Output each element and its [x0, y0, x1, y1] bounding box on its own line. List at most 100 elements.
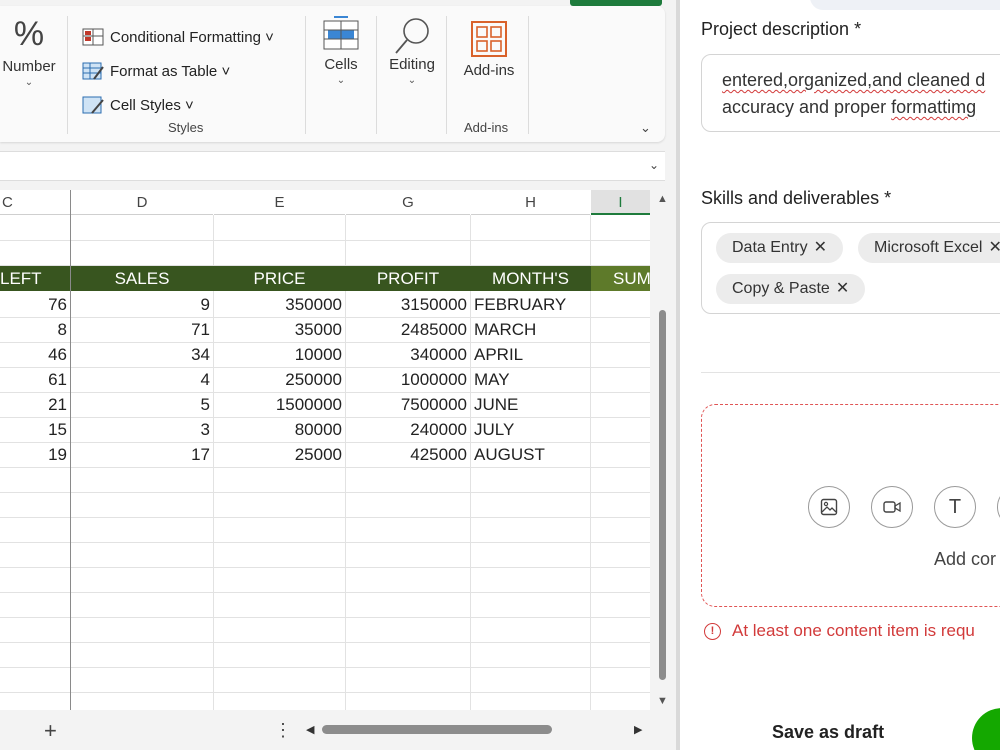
table-cell[interactable]: 17	[71, 442, 213, 467]
ribbon-expand-chevron-icon[interactable]: ⌄	[640, 120, 651, 136]
editing-button[interactable]: Editing ⌄	[386, 16, 438, 86]
table-cell[interactable]: JULY	[471, 417, 590, 442]
spreadsheet-grid[interactable]: C D E G H I LEFT SALES PRICE PROFIT MONT…	[0, 190, 650, 710]
add-sheet-button[interactable]: +	[44, 718, 57, 744]
formula-bar[interactable]: ⌄	[0, 151, 665, 181]
table-cell[interactable]: 35000	[214, 317, 345, 342]
table-cell[interactable]: 61	[0, 367, 70, 392]
table-cell[interactable]: 9	[71, 292, 213, 317]
vertical-scrollbar[interactable]: ▲ ▼	[655, 190, 669, 710]
conditional-formatting-icon	[82, 28, 104, 46]
column-header-d[interactable]: D	[71, 190, 213, 215]
table-cell[interactable]: 34	[71, 342, 213, 367]
table-cell[interactable]: 425000	[346, 442, 470, 467]
table-cell[interactable]: 19	[0, 442, 70, 467]
table-cell[interactable]: 21	[0, 392, 70, 417]
table-cell[interactable]: APRIL	[471, 342, 590, 367]
video-icon	[883, 501, 901, 513]
more-options-icon[interactable]: ⋮	[274, 720, 292, 741]
cells-button[interactable]: Cells ⌄	[318, 16, 364, 86]
table-cell[interactable]: 340000	[346, 342, 470, 367]
scroll-up-arrow-icon[interactable]: ▲	[657, 193, 668, 205]
table-cell[interactable]: 350000	[214, 292, 345, 317]
table-cell[interactable]: 4	[71, 367, 213, 392]
header-cell-months[interactable]: MONTH'S	[471, 266, 590, 291]
skill-chip-copy-paste[interactable]: Copy & Paste ✕	[716, 274, 866, 304]
add-content-label: Add cor	[934, 549, 997, 569]
table-cell[interactable]: FEBRUARY	[471, 292, 590, 317]
table-cell[interactable]: 80000	[214, 417, 345, 442]
table-cell[interactable]: 250000	[214, 367, 345, 392]
table-cell[interactable]: 25000	[214, 442, 345, 467]
table-cell[interactable]: 5	[71, 392, 213, 417]
table-cell[interactable]: 7500000	[346, 392, 470, 417]
table-cell[interactable]: 2485000	[346, 317, 470, 342]
save-as-draft-button[interactable]: Save as draft	[772, 722, 884, 743]
sheet-tab-bar: + ⋮ ◀ ▶	[0, 712, 665, 750]
project-description-textarea[interactable]: entered,organized,and cleaned d accuracy…	[701, 54, 1000, 132]
header-cell-profit[interactable]: PROFIT	[346, 266, 470, 291]
gridline	[0, 567, 650, 568]
table-cell[interactable]: 46	[0, 342, 70, 367]
vertical-scroll-thumb[interactable]	[659, 310, 666, 680]
chevron-down-icon: ⌄	[24, 77, 34, 88]
skill-chip-microsoft-excel[interactable]: Microsoft Excel ✕	[858, 233, 1000, 263]
skill-chip-data-entry[interactable]: Data Entry ✕	[716, 233, 843, 263]
project-form-panel: Project description * entered,organized,…	[680, 0, 1000, 750]
header-cell-sum[interactable]: SUM	[591, 266, 650, 291]
scroll-right-arrow-icon[interactable]: ▶	[634, 723, 642, 736]
table-cell[interactable]: 8	[0, 317, 70, 342]
add-text-button[interactable]: T	[934, 486, 976, 528]
table-cell[interactable]: AUGUST	[471, 442, 590, 467]
table-cell[interactable]: 76	[0, 292, 70, 317]
table-cell[interactable]: 1500000	[214, 392, 345, 417]
header-cell-sales[interactable]: SALES	[71, 266, 213, 291]
scroll-left-arrow-icon[interactable]: ◀	[306, 723, 314, 736]
next-button[interactable]	[972, 708, 1000, 750]
column-header-g[interactable]: G	[346, 190, 470, 215]
table-cell[interactable]: 3	[71, 417, 213, 442]
table-cell[interactable]: 240000	[346, 417, 470, 442]
table-cell[interactable]: MAY	[471, 367, 590, 392]
chevron-down-icon: ⌄	[407, 75, 417, 86]
separator	[528, 16, 529, 134]
column-header-i[interactable]: I	[591, 190, 650, 215]
separator	[446, 16, 447, 134]
header-cell-price[interactable]: PRICE	[214, 266, 345, 291]
column-header-c[interactable]: C	[0, 190, 70, 215]
text-icon: T	[948, 495, 962, 518]
search-icon	[395, 18, 429, 54]
remove-chip-icon[interactable]: ✕	[814, 239, 827, 256]
expand-formula-bar-chevron-icon[interactable]: ⌄	[649, 158, 659, 172]
cell-styles-label: Cell Styles ˅	[110, 96, 194, 114]
cell-styles-button[interactable]: Cell Styles ˅	[82, 88, 274, 122]
add-ins-button[interactable]: Add-ins	[458, 20, 520, 79]
table-cell[interactable]: 1000000	[346, 367, 470, 392]
format-as-table-button[interactable]: Format as Table ˅	[82, 54, 274, 88]
add-video-button[interactable]	[871, 486, 913, 528]
skills-input[interactable]: Data Entry ✕ Microsoft Excel ✕ Copy & Past…	[701, 222, 1000, 314]
header-cell-left[interactable]: LEFT	[0, 266, 70, 291]
table-cell[interactable]: 71	[71, 317, 213, 342]
image-icon	[820, 498, 838, 516]
gridline	[0, 240, 650, 241]
format-as-table-label: Format as Table ˅	[110, 62, 231, 80]
table-cell[interactable]: 10000	[214, 342, 345, 367]
remove-chip-icon[interactable]: ✕	[988, 239, 1000, 256]
number-format-button[interactable]: % Number ⌄	[0, 14, 58, 88]
table-cell[interactable]: 3150000	[346, 292, 470, 317]
scroll-down-arrow-icon[interactable]: ▼	[657, 695, 668, 707]
gridline	[0, 667, 650, 668]
column-header-h[interactable]: H	[471, 190, 590, 215]
table-cell[interactable]: 15	[0, 417, 70, 442]
table-cell[interactable]: MARCH	[471, 317, 590, 342]
top-pill	[810, 0, 1000, 10]
table-cell[interactable]: JUNE	[471, 392, 590, 417]
remove-chip-icon[interactable]: ✕	[836, 280, 849, 297]
add-image-button[interactable]	[808, 486, 850, 528]
conditional-formatting-button[interactable]: Conditional Formatting ˅	[82, 20, 274, 54]
conditional-formatting-label: Conditional Formatting ˅	[110, 28, 274, 46]
frozen-pane-divider	[70, 190, 71, 710]
horizontal-scroll-thumb[interactable]	[322, 725, 552, 734]
column-header-e[interactable]: E	[214, 190, 345, 215]
